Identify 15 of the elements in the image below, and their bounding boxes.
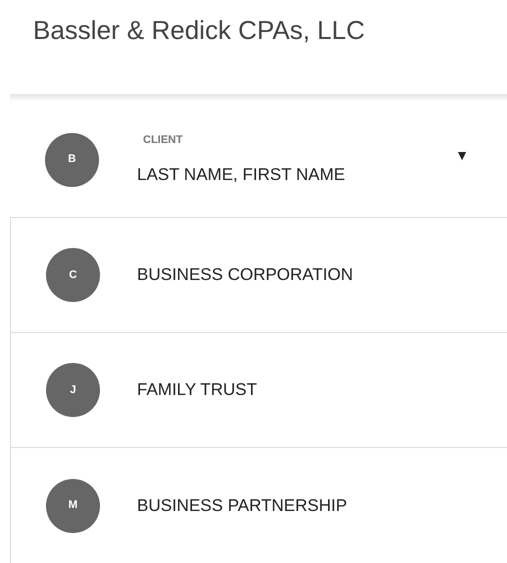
client-option[interactable]: J FAMILY TRUST (11, 333, 507, 448)
selected-value: LAST NAME, FIRST NAME (137, 164, 346, 186)
client-dropdown[interactable]: B CLIENT LAST NAME, FIRST NAME ▼ (10, 102, 507, 218)
avatar: C (46, 248, 100, 302)
client-option[interactable]: C BUSINESS CORPORATION (11, 218, 507, 333)
client-option[interactable]: M BUSINESS PARTNERSHIP (11, 448, 507, 563)
caret-icon: ▼ (455, 145, 469, 166)
avatar: B (45, 132, 99, 186)
option-label: FAMILY TRUST (137, 379, 257, 402)
option-label: BUSINESS PARTNERSHIP (137, 494, 348, 517)
option-label: BUSINESS CORPORATION (137, 264, 353, 286)
page-title: Bassler & Redick CPAs, LLC (32, 14, 366, 47)
avatar: M (46, 478, 100, 532)
avatar: J (46, 363, 100, 417)
field-label: CLIENT (143, 132, 184, 148)
